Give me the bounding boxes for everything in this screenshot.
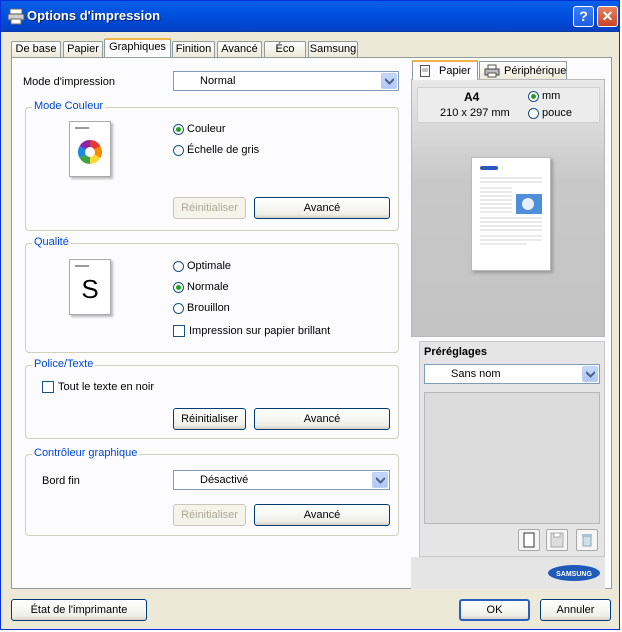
color-mode-title: Mode Couleur	[32, 100, 106, 112]
tab-samsung[interactable]: Samsung	[308, 41, 358, 57]
close-button[interactable]: ✕	[597, 6, 618, 27]
new-page-icon	[523, 532, 535, 548]
graphic-reset-button[interactable]: Réinitialiser	[173, 504, 246, 526]
presets-select[interactable]: Sans nom	[424, 364, 600, 384]
radio-button[interactable]	[173, 302, 184, 314]
color-wheel-icon	[75, 127, 103, 164]
delete-preset-button[interactable]	[576, 529, 598, 551]
unit-mm-label: mm	[542, 90, 561, 102]
glossy-paper-checkbox[interactable]: Impression sur papier brillant	[173, 325, 330, 337]
radio-button[interactable]	[528, 107, 539, 119]
radio-button[interactable]	[173, 260, 184, 272]
presets-title: Préréglages	[424, 346, 487, 358]
brand-label: SAMSUNG	[556, 571, 592, 578]
paper-size-box: A4 210 x 297 mm mm pouce	[417, 87, 600, 123]
color-advanced-button[interactable]: Avancé	[254, 197, 390, 219]
printer-icon	[484, 64, 500, 78]
tab-preview-device-label: Périphérique	[504, 65, 567, 77]
print-mode-value: Normal	[200, 75, 236, 87]
quality-optimal-label: Optimale	[187, 260, 232, 272]
cancel-button[interactable]: Annuler	[540, 599, 611, 621]
font-text-title: Police/Texte	[32, 358, 96, 370]
new-preset-button[interactable]	[518, 529, 540, 551]
chevron-down-icon[interactable]	[582, 366, 598, 382]
unit-inch-radio[interactable]: pouce	[528, 107, 572, 119]
save-icon	[550, 532, 564, 548]
graphic-advanced-button[interactable]: Avancé	[254, 504, 390, 526]
unit-inch-label: pouce	[542, 107, 572, 119]
tab-avance[interactable]: Avancé	[217, 41, 262, 57]
quality-draft-radio[interactable]: Brouillon	[173, 302, 230, 314]
tab-papier[interactable]: Papier	[63, 41, 103, 57]
tab-preview-device[interactable]: Périphérique	[479, 61, 567, 80]
samsung-logo: SAMSUNG	[548, 565, 600, 581]
tab-preview-paper[interactable]: Papier	[412, 60, 478, 80]
quality-draft-label: Brouillon	[187, 302, 230, 314]
quality-normal-label: Normale	[187, 281, 229, 293]
print-options-window: Options d'impression ? ✕ De base Papier …	[0, 0, 620, 630]
checkbox[interactable]	[173, 325, 185, 337]
chevron-down-icon[interactable]	[372, 472, 388, 488]
page-icon	[420, 65, 430, 77]
presets-panel: Préréglages Sans nom	[419, 341, 605, 557]
chevron-down-icon[interactable]	[381, 73, 397, 89]
title-bar[interactable]: Options d'impression ? ✕	[1, 1, 619, 32]
tab-graphiques[interactable]: Graphiques	[104, 38, 171, 57]
printer-icon	[7, 8, 25, 25]
color-radio[interactable]: Couleur	[173, 123, 226, 135]
quality-sample-letter: S	[81, 274, 99, 304]
radio-button[interactable]	[528, 90, 539, 102]
quality-thumbnail: S	[69, 259, 111, 315]
radio-button[interactable]	[173, 144, 184, 156]
font-advanced-button[interactable]: Avancé	[254, 408, 390, 430]
paper-dimensions: 210 x 297 mm	[440, 107, 510, 119]
tab-de-base[interactable]: De base	[11, 41, 61, 57]
tab-preview-paper-label: Papier	[439, 65, 471, 77]
grayscale-radio[interactable]: Échelle de gris	[173, 144, 259, 156]
font-reset-button[interactable]: Réinitialiser	[173, 408, 246, 430]
quality-optimal-radio[interactable]: Optimale	[173, 260, 231, 272]
unit-mm-radio[interactable]: mm	[528, 90, 560, 102]
color-reset-button[interactable]: Réinitialiser	[173, 197, 246, 219]
trash-icon	[582, 534, 592, 547]
tab-finition[interactable]: Finition	[172, 41, 215, 57]
presets-value: Sans nom	[451, 368, 501, 380]
print-mode-label: Mode d'impression	[23, 76, 115, 88]
ok-button[interactable]: OK	[459, 599, 530, 621]
checkbox[interactable]	[42, 381, 54, 393]
color-radio-label: Couleur	[187, 123, 226, 135]
save-preset-button[interactable]	[546, 529, 568, 551]
page-preview-image	[480, 166, 542, 245]
color-mode-thumbnail	[69, 121, 111, 177]
tab-eco[interactable]: Éco	[264, 41, 306, 57]
window-title: Options d'impression	[27, 8, 161, 23]
quality-title: Qualité	[32, 236, 71, 248]
graphic-controller-title: Contrôleur graphique	[32, 447, 140, 459]
help-button[interactable]: ?	[573, 6, 594, 27]
radio-button[interactable]	[173, 123, 184, 135]
printer-status-button[interactable]: État de l'imprimante	[11, 599, 147, 621]
print-mode-select[interactable]: Normal	[173, 71, 399, 91]
radio-button[interactable]	[173, 281, 184, 293]
grayscale-radio-label: Échelle de gris	[187, 144, 260, 156]
all-text-black-label: Tout le texte en noir	[58, 381, 155, 393]
presets-list[interactable]	[424, 392, 600, 524]
all-text-black-checkbox[interactable]: Tout le texte en noir	[42, 381, 154, 393]
quality-normal-radio[interactable]: Normale	[173, 281, 229, 293]
paper-size-name: A4	[464, 90, 480, 104]
edge-value: Désactivé	[200, 474, 249, 486]
page-preview	[471, 157, 551, 271]
edge-label: Bord fin	[42, 475, 80, 487]
edge-select[interactable]: Désactivé	[173, 470, 390, 490]
glossy-paper-label: Impression sur papier brillant	[189, 325, 331, 337]
